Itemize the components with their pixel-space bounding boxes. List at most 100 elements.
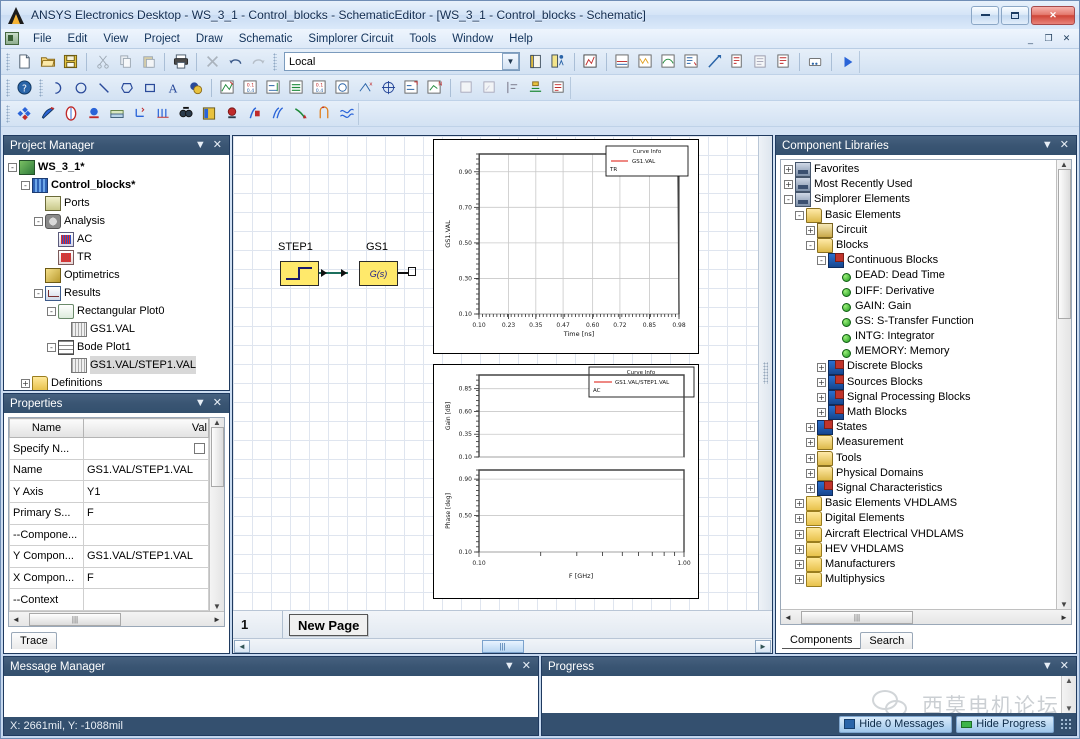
- collapse-icon[interactable]: -: [47, 306, 56, 316]
- property-value-cell[interactable]: F: [83, 566, 209, 590]
- tr-analysis-icon[interactable]: [611, 51, 634, 73]
- progress-pin-icon[interactable]: ▼: [1042, 661, 1053, 672]
- table-row[interactable]: --Compone...: [9, 523, 209, 547]
- libraries-scroll-thumb[interactable]: [1057, 169, 1071, 319]
- collapse-icon[interactable]: -: [47, 342, 56, 352]
- tree-item[interactable]: MEMORY: Memory: [784, 344, 1056, 359]
- collapse-icon[interactable]: -: [784, 195, 793, 205]
- tree-item[interactable]: + Favorites: [784, 162, 1056, 178]
- properties-scroll-thumb[interactable]: [210, 427, 224, 487]
- table-row[interactable]: Y Axis Y1: [9, 480, 209, 504]
- tree-item[interactable]: + Multiphysics: [784, 572, 1056, 588]
- results-icon[interactable]: [680, 51, 703, 73]
- run-icon[interactable]: [836, 51, 859, 73]
- rectangular-plot0-window[interactable]: 0.10 0.23 0.35 0.47 0.60 0.72 0.85 0.98 0.10 0.3…: [433, 139, 699, 354]
- table-row[interactable]: Name GS1.VAL/STEP1.VAL: [9, 458, 209, 482]
- specify-name-checkbox[interactable]: [194, 443, 205, 455]
- page-number[interactable]: 1: [233, 611, 283, 638]
- new-file-icon[interactable]: [13, 51, 36, 73]
- menu-item-draw[interactable]: Draw: [188, 31, 231, 47]
- tree-item[interactable]: - Simplorer Elements: [784, 192, 1056, 208]
- tree-item[interactable]: + Signal Processing Blocks: [784, 389, 1056, 405]
- libraries-vscrollbar[interactable]: ▲ ▼: [1056, 160, 1071, 609]
- component-libraries-pin-icon[interactable]: ▼: [1042, 140, 1053, 151]
- zoom-in-icon[interactable]: 0.1 0.4: [239, 77, 262, 99]
- report-icon[interactable]: [703, 51, 726, 73]
- resize-grip[interactable]: [1060, 718, 1072, 730]
- property-value-cell[interactable]: [83, 523, 209, 547]
- open-folder-icon[interactable]: [36, 51, 59, 73]
- expand-icon[interactable]: +: [795, 544, 804, 554]
- progress-scroll-down-icon[interactable]: ▼: [1065, 704, 1073, 713]
- tree-item[interactable]: - Bode Plot1: [8, 338, 227, 356]
- expand-icon[interactable]: +: [817, 392, 826, 402]
- signal-icon[interactable]: [312, 103, 335, 125]
- tree-item[interactable]: + Definitions: [8, 374, 227, 390]
- mdi-restore-button[interactable]: ❐: [1040, 31, 1057, 46]
- context-combo[interactable]: Local ▼: [284, 52, 520, 71]
- cut-icon[interactable]: [91, 51, 114, 73]
- property-value-cell[interactable]: [83, 588, 209, 611]
- tree-item[interactable]: + Tools: [784, 450, 1056, 466]
- polygon-icon[interactable]: [115, 77, 138, 99]
- properties-scroll-right-icon[interactable]: ►: [210, 615, 224, 624]
- mesh-icon[interactable]: [804, 51, 827, 73]
- menu-item-window[interactable]: Window: [444, 31, 501, 47]
- expand-icon[interactable]: +: [806, 453, 815, 463]
- menu-item-project[interactable]: Project: [136, 31, 188, 47]
- tree-item[interactable]: - Analysis: [8, 212, 227, 230]
- component-libraries-close-icon[interactable]: ✕: [1060, 140, 1069, 151]
- expand-icon[interactable]: +: [795, 499, 804, 509]
- collapse-icon[interactable]: -: [34, 288, 43, 298]
- expand-icon[interactable]: +: [817, 377, 826, 387]
- mdi-minimize-button[interactable]: _: [1022, 31, 1039, 46]
- libraries-scroll-down-icon[interactable]: ▼: [1060, 600, 1068, 609]
- progress-close-icon[interactable]: ✕: [1060, 661, 1069, 672]
- collapse-icon[interactable]: -: [806, 241, 815, 251]
- tab-trace[interactable]: Trace: [11, 632, 57, 649]
- toolbar-grip[interactable]: [6, 52, 10, 71]
- pan-icon[interactable]: [285, 77, 308, 99]
- schematic-canvas[interactable]: STEP1 GS1 G(s) 0.10 0.23 0.35 0.47 0.60 …: [233, 136, 758, 610]
- table-row[interactable]: --Context: [9, 588, 209, 611]
- expand-icon[interactable]: +: [806, 438, 815, 448]
- paste-icon[interactable]: [137, 51, 160, 73]
- arc-icon[interactable]: [46, 77, 69, 99]
- port-icon[interactable]: [59, 103, 82, 125]
- menu-item-view[interactable]: View: [95, 31, 136, 47]
- output-variable-icon[interactable]: [749, 51, 772, 73]
- zoom-out-icon[interactable]: [262, 77, 285, 99]
- rotate-icon[interactable]: [331, 77, 354, 99]
- tree-item[interactable]: - WS_3_1*: [8, 158, 227, 176]
- progress-scroll-up-icon[interactable]: ▲: [1065, 676, 1073, 685]
- tree-item[interactable]: - Control_blocks*: [8, 176, 227, 194]
- delete-icon[interactable]: [201, 51, 224, 73]
- message-manager-pin-icon[interactable]: ▼: [504, 661, 515, 672]
- tree-item[interactable]: - Basic Elements: [784, 207, 1056, 223]
- libraries-hscroll-thumb[interactable]: |||: [801, 610, 913, 624]
- save-icon[interactable]: [59, 51, 82, 73]
- tree-item[interactable]: + Discrete Blocks: [784, 359, 1056, 375]
- tree-item[interactable]: + Sources Blocks: [784, 374, 1056, 390]
- help-icon[interactable]: ?: [13, 77, 36, 99]
- tree-item[interactable]: INTG: Integrator: [784, 329, 1056, 344]
- ground-icon[interactable]: [82, 103, 105, 125]
- add-component-icon[interactable]: [13, 103, 36, 125]
- close-button[interactable]: ✕: [1031, 5, 1075, 25]
- table-row[interactable]: Y Compon... GS1.VAL/STEP1.VAL: [9, 545, 209, 568]
- libraries-hscrollbar[interactable]: ◄ ||| ►: [781, 609, 1071, 624]
- tree-item[interactable]: + Circuit: [784, 222, 1056, 238]
- tree-item[interactable]: AC: [8, 230, 227, 248]
- chevron-down-icon[interactable]: ▼: [502, 53, 519, 70]
- tree-item[interactable]: + Most Recently Used: [784, 177, 1056, 193]
- expand-icon[interactable]: +: [795, 575, 804, 585]
- expand-icon[interactable]: +: [817, 362, 826, 372]
- align-icon[interactable]: [501, 77, 524, 99]
- center-icon[interactable]: [377, 77, 400, 99]
- collapse-icon[interactable]: -: [21, 180, 30, 190]
- properties-hscroll-thumb[interactable]: |||: [29, 612, 121, 626]
- tree-item[interactable]: GAIN: Gain: [784, 299, 1056, 314]
- grid-settings-icon[interactable]: [455, 77, 478, 99]
- tree-item[interactable]: Optimetrics: [8, 266, 227, 284]
- export-icon[interactable]: N: [423, 77, 446, 99]
